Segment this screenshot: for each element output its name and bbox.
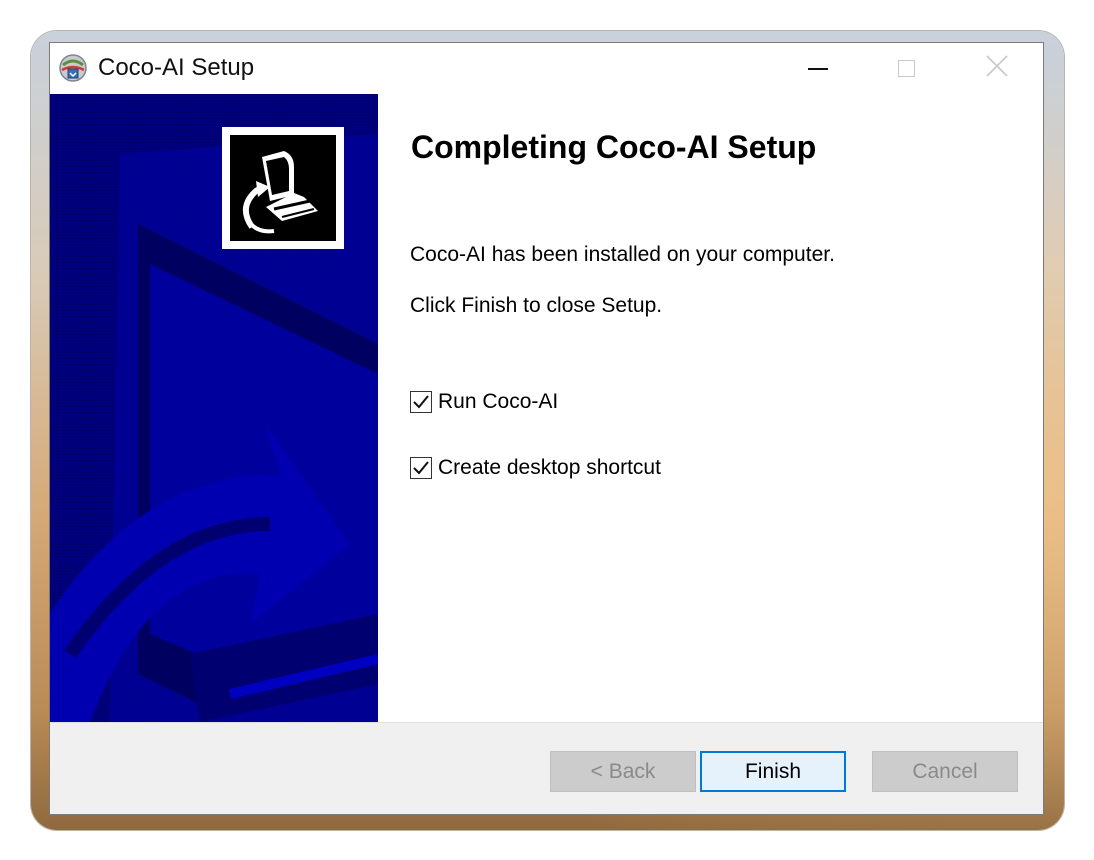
- close-icon: [985, 54, 1009, 83]
- installed-message: Coco-AI has been installed on your compu…: [410, 243, 835, 266]
- wizard-content: Completing Coco-AI Setup Coco-AI has bee…: [378, 94, 1043, 722]
- page-title: Completing Coco-AI Setup: [411, 129, 817, 165]
- maximize-icon: [897, 60, 915, 77]
- desktop-shortcut-label[interactable]: Create desktop shortcut: [438, 455, 661, 481]
- run-app-option[interactable]: Run Coco-AI: [410, 389, 558, 415]
- window-title: Coco-AI Setup: [98, 54, 255, 81]
- cancel-button[interactable]: Cancel: [872, 751, 1018, 792]
- finish-button[interactable]: Finish: [700, 751, 846, 792]
- close-button[interactable]: [950, 43, 1044, 94]
- installer-computer-icon: [222, 127, 344, 249]
- maximize-button[interactable]: [862, 43, 950, 94]
- setup-window: Coco-AI Setup Completing Coco-AI Setup C…: [49, 42, 1044, 815]
- desktop-shortcut-option[interactable]: Create desktop shortcut: [410, 455, 661, 481]
- run-app-label[interactable]: Run Coco-AI: [438, 389, 558, 415]
- minimize-icon: [808, 67, 828, 70]
- run-app-checkbox[interactable]: [410, 391, 432, 413]
- checkmark-icon: [413, 461, 429, 475]
- installer-globe-icon: [58, 53, 88, 83]
- title-bar[interactable]: Coco-AI Setup: [50, 43, 1043, 94]
- minimize-button[interactable]: [774, 43, 862, 94]
- desktop-shortcut-checkbox[interactable]: [410, 457, 432, 479]
- button-bar: < Back Finish Cancel: [50, 722, 1043, 814]
- back-button[interactable]: < Back: [550, 751, 696, 792]
- finish-instruction: Click Finish to close Setup.: [410, 294, 663, 317]
- checkmark-icon: [413, 395, 429, 409]
